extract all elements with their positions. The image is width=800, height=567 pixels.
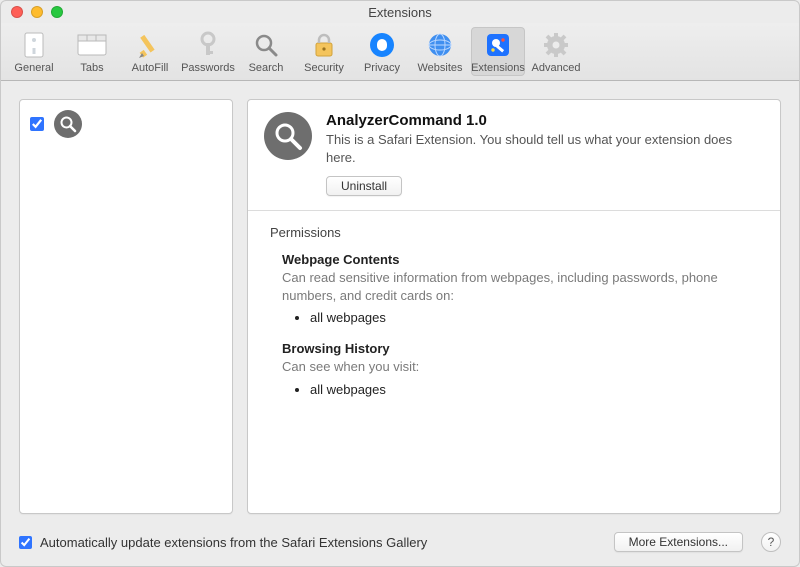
extension-list-item[interactable] (26, 106, 226, 142)
extension-header: AnalyzerCommand 1.0 This is a Safari Ext… (248, 100, 780, 211)
toolbar-label: Advanced (532, 62, 581, 74)
auto-update-label: Automatically update extensions from the… (40, 535, 427, 550)
titlebar: Extensions (1, 1, 799, 23)
permission-item: all webpages (310, 310, 758, 325)
permission-item: all webpages (310, 382, 758, 397)
extension-description: This is a Safari Extension. You should t… (326, 131, 764, 166)
toolbar-item-passwords[interactable]: Passwords (181, 27, 235, 76)
toolbar-item-privacy[interactable]: Privacy (355, 27, 409, 76)
extension-name: AnalyzerCommand 1.0 (326, 112, 764, 129)
permission-group-browsing-history: Browsing History Can see when you visit:… (282, 341, 758, 397)
toolbar-item-general[interactable]: General (7, 27, 61, 76)
privacy-icon (366, 29, 398, 61)
toolbar-label: Privacy (364, 62, 400, 74)
extensions-icon (482, 29, 514, 61)
toolbar-label: General (14, 62, 53, 74)
preferences-window: Extensions General Tabs AutoFill Passw (0, 0, 800, 567)
extension-enabled-checkbox[interactable] (30, 117, 44, 131)
toolbar-item-tabs[interactable]: Tabs (65, 27, 119, 76)
toolbar-label: Websites (417, 62, 462, 74)
general-icon (18, 29, 50, 61)
permission-title: Webpage Contents (282, 252, 758, 267)
passwords-icon (192, 29, 224, 61)
toolbar-label: Passwords (181, 62, 235, 74)
permissions-section: Permissions Webpage Contents Can read se… (248, 211, 780, 427)
magnifier-icon (264, 112, 312, 160)
footer: Automatically update extensions from the… (1, 524, 799, 566)
extensions-list (19, 99, 233, 514)
permission-description: Can see when you visit: (282, 358, 758, 376)
preferences-toolbar: General Tabs AutoFill Passwords Search (1, 23, 799, 81)
window-title: Extensions (1, 5, 799, 20)
uninstall-button[interactable]: Uninstall (326, 176, 402, 196)
zoom-icon[interactable] (51, 6, 63, 18)
toolbar-item-advanced[interactable]: Advanced (529, 27, 583, 76)
auto-update-checkbox[interactable] (19, 536, 32, 549)
magnifier-icon (54, 110, 82, 138)
permission-title: Browsing History (282, 341, 758, 356)
toolbar-item-security[interactable]: Security (297, 27, 351, 76)
more-extensions-button[interactable]: More Extensions... (614, 532, 743, 552)
toolbar-label: AutoFill (132, 62, 169, 74)
search-icon (250, 29, 282, 61)
tabs-icon (76, 29, 108, 61)
toolbar-label: Search (249, 62, 284, 74)
extension-detail: AnalyzerCommand 1.0 This is a Safari Ext… (247, 99, 781, 514)
toolbar-item-autofill[interactable]: AutoFill (123, 27, 177, 76)
content-area: AnalyzerCommand 1.0 This is a Safari Ext… (1, 81, 799, 524)
window-controls (1, 6, 63, 18)
websites-icon (424, 29, 456, 61)
permission-description: Can read sensitive information from webp… (282, 269, 758, 304)
toolbar-label: Extensions (471, 62, 525, 74)
autofill-icon (134, 29, 166, 61)
toolbar-item-websites[interactable]: Websites (413, 27, 467, 76)
permissions-heading: Permissions (270, 225, 758, 240)
toolbar-label: Tabs (80, 62, 103, 74)
toolbar-item-extensions[interactable]: Extensions (471, 27, 525, 76)
toolbar-item-search[interactable]: Search (239, 27, 293, 76)
advanced-icon (540, 29, 572, 61)
toolbar-label: Security (304, 62, 344, 74)
extension-meta: AnalyzerCommand 1.0 This is a Safari Ext… (326, 112, 764, 196)
security-icon (308, 29, 340, 61)
minimize-icon[interactable] (31, 6, 43, 18)
help-button[interactable]: ? (761, 532, 781, 552)
permission-group-webpage-contents: Webpage Contents Can read sensitive info… (282, 252, 758, 325)
close-icon[interactable] (11, 6, 23, 18)
